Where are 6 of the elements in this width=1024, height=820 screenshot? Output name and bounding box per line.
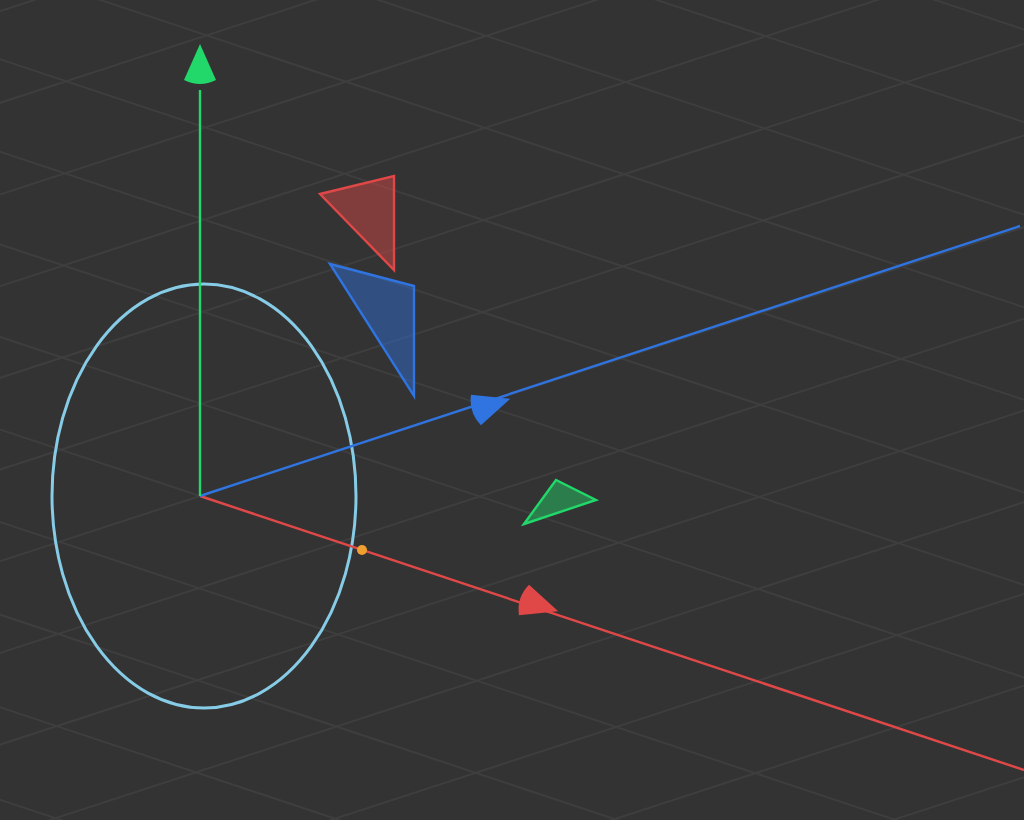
- center-dot: [357, 545, 367, 555]
- plane-handle[interactable]: [520, 478, 600, 527]
- axis-arrow[interactable]: [184, 44, 216, 496]
- plane-handle[interactable]: [327, 262, 416, 401]
- rotate-ring[interactable]: [50, 282, 358, 710]
- plane-handle[interactable]: [317, 174, 396, 273]
